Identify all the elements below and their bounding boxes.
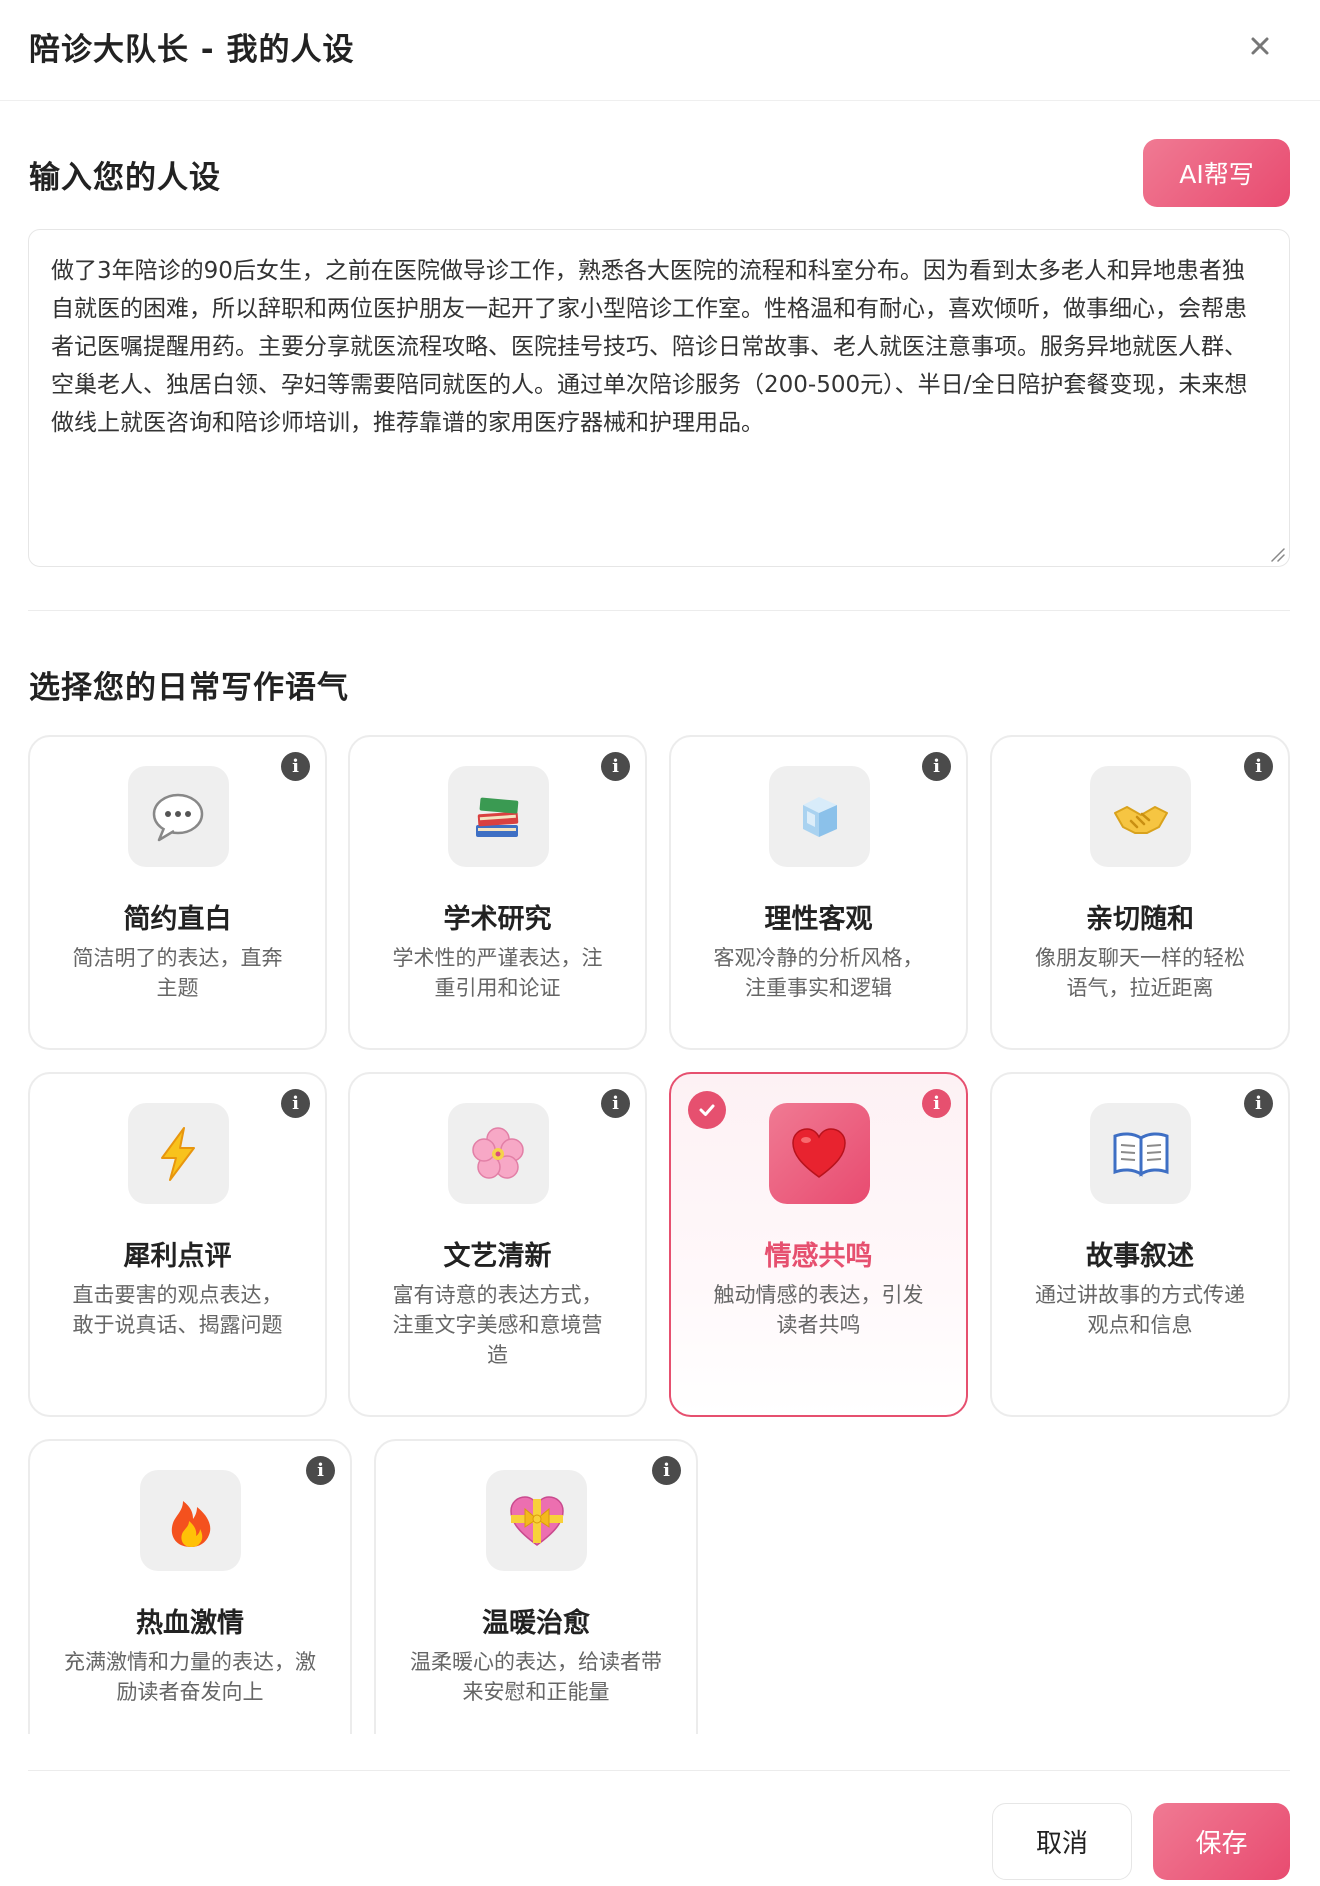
tone-name: 亲切随和	[1086, 904, 1194, 935]
footer-divider	[28, 1770, 1290, 1771]
tone-name: 犀利点评	[123, 1241, 232, 1272]
check-icon	[688, 1091, 726, 1129]
tone-card-friendly[interactable]: i 亲切随和 像朋友聊天一样的轻松语气，拉近距离	[990, 735, 1290, 1050]
tone-name: 热血激情	[136, 1608, 244, 1639]
tone-desc: 充满激情和力量的表达，激励读者奋发向上	[64, 1650, 316, 1704]
ai-write-button[interactable]: AI帮写	[1143, 139, 1290, 207]
open-book-icon	[1090, 1103, 1191, 1204]
tone-desc: 像朋友聊天一样的轻松语气，拉近距离	[1035, 946, 1245, 1000]
tone-card-passionate[interactable]: i 热血激情 充满激情和力量的表达，激励读者奋发向上	[28, 1439, 352, 1734]
tone-card-rational[interactable]: i 理性客观 客观冷静的分析风格，注重事实和逻辑	[669, 735, 968, 1050]
heart-with-ribbon-icon	[486, 1470, 587, 1571]
info-icon[interactable]: i	[281, 752, 310, 781]
info-icon[interactable]: i	[652, 1456, 681, 1485]
persona-section-title: 输入您的人设	[29, 160, 221, 196]
tone-card-story[interactable]: i 故事叙述 通过讲故事的方式传递观点和信息	[990, 1072, 1290, 1417]
cherry-blossom-icon	[447, 1103, 549, 1204]
info-icon[interactable]: i	[1244, 1089, 1273, 1118]
dialog-title: 陪诊大队长 - 我的人设	[29, 32, 355, 68]
tone-card-literary[interactable]: i 文艺清新 富有诗意的表达方式，注重文字美感和意境营造	[348, 1072, 647, 1417]
tone-desc: 学术性的严谨表达，注重引用和论证	[392, 946, 603, 1000]
tone-scroll-area: i 热血激情 充满激情和力量的表达，激励读者奋发向上 i 温暖治愈 温柔暖心的表…	[0, 1430, 1320, 1734]
tone-desc: 温柔暖心的表达，给读者带来安慰和正能量	[410, 1650, 662, 1704]
tone-desc: 直击要害的观点表达，敢于说真话、揭露问题	[72, 1283, 283, 1337]
tone-name: 理性客观	[764, 904, 873, 935]
tone-card-emotional[interactable]: i 情感共鸣 触动情感的表达，引发读者共鸣	[669, 1072, 968, 1417]
ice-cube-icon	[768, 766, 870, 867]
cancel-button[interactable]: 取消	[992, 1803, 1132, 1880]
close-button[interactable]	[1238, 24, 1282, 68]
tone-section-title: 选择您的日常写作语气	[29, 670, 349, 706]
fire-icon	[140, 1470, 241, 1571]
handshake-icon	[1090, 766, 1191, 867]
tone-card-healing[interactable]: i 温暖治愈 温柔暖心的表达，给读者带来安慰和正能量	[374, 1439, 698, 1734]
dialog-header: 陪诊大队长 - 我的人设	[0, 0, 1320, 101]
section-divider	[28, 610, 1290, 611]
info-icon[interactable]: i	[922, 1089, 951, 1118]
info-icon[interactable]: i	[306, 1456, 335, 1485]
tone-desc: 简洁明了的表达，直奔主题	[72, 946, 283, 1000]
books-icon	[447, 766, 549, 867]
info-icon[interactable]: i	[601, 1089, 630, 1118]
tone-name: 故事叙述	[1086, 1241, 1194, 1272]
lightning-icon	[127, 1103, 229, 1204]
save-button[interactable]: 保存	[1153, 1803, 1290, 1880]
info-icon[interactable]: i	[281, 1089, 310, 1118]
red-heart-icon	[768, 1103, 870, 1204]
tone-name: 学术研究	[443, 904, 552, 935]
tone-card-academic[interactable]: i 学术研究 学术性的严谨表达，注重引用和论证	[348, 735, 647, 1050]
close-icon	[1251, 37, 1269, 55]
tone-name: 文艺清新	[443, 1241, 552, 1272]
persona-text: 做了3年陪诊的90后女生，之前在医院做导诊工作，熟悉各大医院的流程和科室分布。因…	[51, 258, 1248, 436]
tone-name: 简约直白	[123, 904, 232, 935]
tone-card-simple[interactable]: i 简约直白 简洁明了的表达，直奔主题	[28, 735, 327, 1050]
tone-name: 情感共鸣	[764, 1241, 873, 1272]
info-icon[interactable]: i	[601, 752, 630, 781]
tone-desc: 富有诗意的表达方式，注重文字美感和意境营造	[392, 1283, 603, 1367]
tone-card-sharp[interactable]: i 犀利点评 直击要害的观点表达，敢于说真话、揭露问题	[28, 1072, 327, 1417]
tone-desc: 通过讲故事的方式传递观点和信息	[1035, 1283, 1245, 1337]
tone-name: 温暖治愈	[482, 1608, 590, 1639]
tone-desc: 触动情感的表达，引发读者共鸣	[713, 1283, 924, 1337]
resize-handle-icon[interactable]	[1269, 546, 1285, 562]
info-icon[interactable]: i	[922, 752, 951, 781]
speech-bubble-icon	[127, 766, 229, 867]
tone-desc: 客观冷静的分析风格，注重事实和逻辑	[713, 946, 924, 1000]
info-icon[interactable]: i	[1244, 752, 1273, 781]
persona-textarea[interactable]: 做了3年陪诊的90后女生，之前在医院做导诊工作，熟悉各大医院的流程和科室分布。因…	[28, 229, 1290, 567]
